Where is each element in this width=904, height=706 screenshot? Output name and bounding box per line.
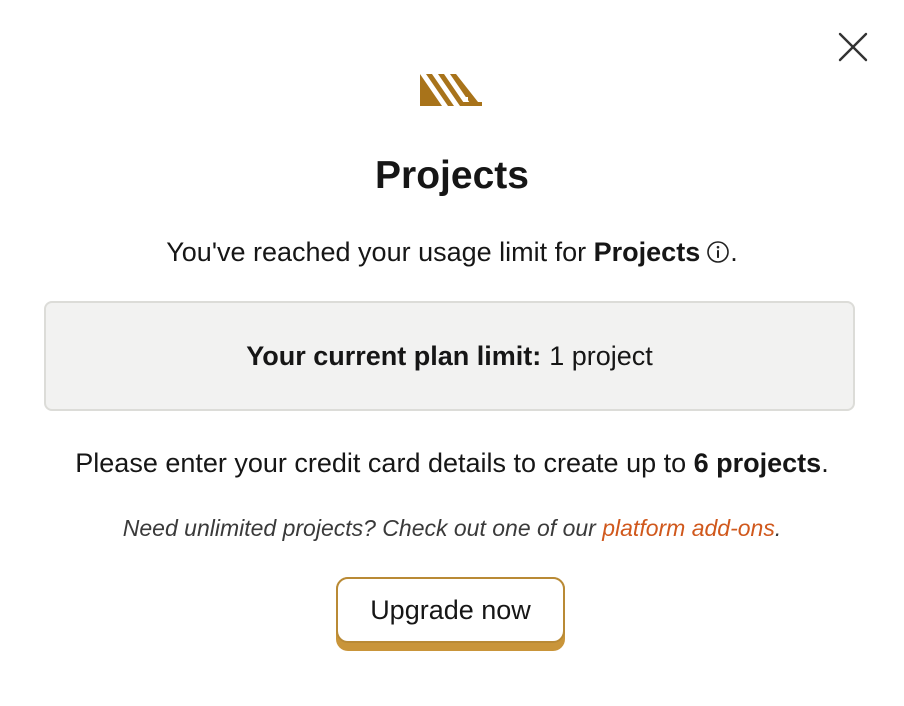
usage-suffix: . (730, 237, 738, 267)
addons-suffix: . (774, 515, 782, 541)
addons-message: Need unlimited projects? Check out one o… (0, 512, 904, 544)
usage-prefix: You've reached your usage limit for (166, 237, 594, 267)
usage-feature: Projects (593, 237, 701, 267)
usage-limit-message: You've reached your usage limit for Proj… (0, 234, 904, 270)
upgrade-now-button[interactable]: Upgrade now (336, 577, 565, 643)
plan-limit-label: Your current plan limit: (246, 340, 542, 371)
dialog-title: Projects (375, 154, 529, 197)
plan-limit-box: Your current plan limit: 1 project (44, 301, 855, 411)
close-button[interactable] (834, 28, 872, 66)
upgrade-button-shadow: Upgrade now (336, 577, 565, 651)
credit-amount: 6 projects (693, 448, 822, 478)
credit-prefix: Please enter your credit card details to… (75, 448, 694, 478)
credit-card-message: Please enter your credit card details to… (0, 445, 904, 481)
credit-suffix: . (821, 448, 829, 478)
plan-limit-value: 1 project (549, 340, 653, 371)
platform-addons-link[interactable]: platform add-ons (602, 515, 775, 541)
addons-prefix: Need unlimited projects? Check out one o… (122, 515, 603, 541)
usage-limit-dialog: Projects You've reached your usage limit… (0, 0, 904, 706)
close-icon (838, 32, 868, 62)
info-icon[interactable] (706, 237, 730, 263)
brand-logo-icon (420, 74, 482, 106)
